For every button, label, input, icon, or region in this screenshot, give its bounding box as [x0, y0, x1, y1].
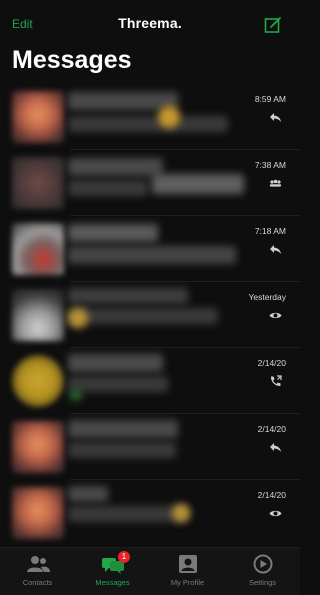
- reply-icon: [269, 243, 282, 256]
- profile-icon: [175, 554, 201, 574]
- tab-label: Messages: [95, 578, 130, 587]
- unread-badge: 1: [118, 551, 130, 563]
- message-time: 7:18 AM: [254, 226, 286, 236]
- phone-icon: [269, 375, 282, 388]
- conversation-row[interactable]: 8:59 AM: [0, 84, 300, 150]
- settings-icon: [250, 554, 276, 574]
- tab-settings[interactable]: Settings: [225, 548, 300, 595]
- compose-icon[interactable]: [264, 16, 282, 34]
- avatar: [12, 91, 64, 143]
- message-preview-redacted: [68, 308, 218, 324]
- top-bar: Edit Threema.: [0, 0, 300, 44]
- conversation-row[interactable]: 2/14/20: [0, 348, 300, 414]
- message-preview-redacted: [68, 442, 176, 458]
- group-icon: [269, 177, 282, 190]
- blurred-emoji: [70, 390, 82, 400]
- avatar: [12, 421, 64, 473]
- eye-icon: [269, 309, 282, 322]
- tab-messages[interactable]: 1 Messages: [75, 548, 150, 595]
- reply-icon: [269, 111, 282, 124]
- tab-label: Settings: [248, 578, 277, 587]
- contact-name-redacted: [68, 158, 163, 176]
- avatar: [12, 289, 64, 341]
- conversation-row[interactable]: 2/14/20: [0, 414, 300, 480]
- message-time: Yesterday: [248, 292, 287, 302]
- message-time: 8:59 AM: [254, 94, 286, 104]
- page-title: Messages: [12, 46, 132, 74]
- contact-name-redacted: [68, 354, 163, 372]
- message-preview-redacted: [68, 180, 148, 196]
- eye-icon: [269, 507, 282, 520]
- tab-my-profile[interactable]: My Profile: [150, 548, 225, 595]
- contact-name-redacted: [68, 224, 158, 242]
- avatar: [12, 487, 64, 539]
- message-preview-redacted: [152, 174, 244, 194]
- message-time: 2/14/20: [257, 424, 286, 434]
- conversation-row[interactable]: 2/14/20: [0, 480, 300, 546]
- conversation-row[interactable]: 7:38 AM: [0, 150, 300, 216]
- blurred-emoji: [158, 106, 180, 128]
- message-preview-redacted: [68, 246, 236, 264]
- contacts-icon: [25, 554, 51, 574]
- tab-label: Contacts: [22, 578, 53, 587]
- message-preview-redacted: [68, 116, 228, 132]
- conversation-list: 8:59 AM 7:38 AM 7:18 AM Yesterday 2/14/2…: [0, 84, 300, 546]
- avatar: [12, 355, 64, 407]
- app-title: Threema.: [118, 15, 182, 31]
- blurred-emoji: [172, 504, 190, 522]
- avatar: [12, 223, 64, 275]
- conversation-row[interactable]: 7:18 AM: [0, 216, 300, 282]
- tab-bar: Contacts 1 Messages My Profile Settings: [0, 547, 300, 595]
- tab-contacts[interactable]: Contacts: [0, 548, 75, 595]
- message-time: 7:38 AM: [254, 160, 286, 170]
- message-time: 2/14/20: [257, 490, 286, 500]
- conversation-row[interactable]: Yesterday: [0, 282, 300, 348]
- contact-name-redacted: [68, 486, 108, 502]
- blurred-emoji: [68, 308, 88, 328]
- tab-label: My Profile: [170, 578, 205, 587]
- contact-name-redacted: [68, 420, 178, 438]
- message-time: 2/14/20: [257, 358, 286, 368]
- reply-icon: [269, 441, 282, 454]
- contact-name-redacted: [68, 288, 188, 304]
- avatar: [12, 157, 64, 209]
- message-preview-redacted: [68, 376, 168, 392]
- message-preview-redacted: [68, 506, 188, 522]
